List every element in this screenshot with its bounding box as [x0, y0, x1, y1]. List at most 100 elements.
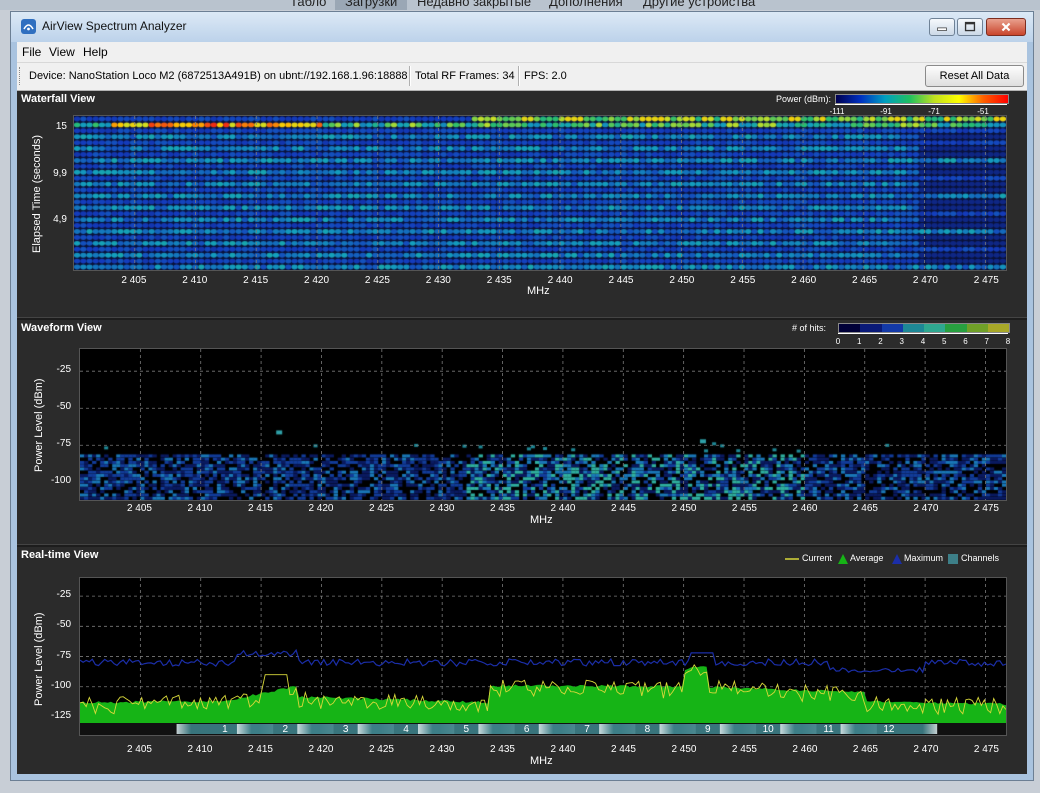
hits-scale-swatch [860, 324, 882, 332]
power-tick-label: -125 [50, 709, 71, 721]
hits-scale-swatch [987, 324, 1009, 332]
channel-label: 4 [403, 724, 409, 735]
waveform-xlabel: MHz [530, 514, 553, 526]
app-window: AirView Spectrum Analyzer File View Help… [10, 11, 1034, 781]
power-tick-label: -25 [56, 364, 71, 376]
realtime-graph: 1 2 3 4 5 6 7 8 9 10 11 12 [80, 578, 1006, 735]
channels-legend-label: Channels [961, 553, 1000, 563]
channel-label: 5 [464, 724, 470, 735]
browser-tab[interactable]: Загрузки [335, 0, 408, 10]
realtime-legend: Current Average Maximum Channels [785, 553, 1025, 565]
maximum-legend-label: Maximum [904, 553, 944, 563]
freq-tick-label: 2 475 [973, 744, 999, 755]
realtime-plot[interactable]: 1 2 3 4 5 6 7 8 9 10 11 12 [79, 577, 1007, 736]
menu-help[interactable]: Help [83, 45, 108, 59]
power-legend-label: Power (dBm): [776, 94, 832, 104]
waterfall-title: Waterfall View [21, 93, 95, 105]
freq-tick-label: 2 425 [364, 275, 390, 286]
maximize-icon [964, 21, 976, 32]
realtime-title: Real-time View [21, 549, 99, 561]
hits-legend-label: # of hits: [792, 323, 827, 333]
maximum-series-line [80, 648, 1006, 674]
channel-label: 3 [343, 724, 349, 735]
channel-label: 7 [584, 724, 590, 735]
average-legend-label: Average [850, 553, 884, 563]
power-scale-line [835, 104, 1007, 105]
waterfall-plot[interactable] [73, 115, 1007, 271]
toolbar-grip[interactable] [19, 67, 22, 85]
client-area: File View Help Device: NanoStation Loco … [17, 42, 1027, 774]
maximum-legend-swatch [892, 554, 902, 564]
channel-label: 2 [282, 724, 288, 735]
browser-tab[interactable]: Дополнения [539, 0, 633, 10]
reset-all-data-button[interactable]: Reset All Data [925, 65, 1024, 87]
toolbar-separator [409, 66, 411, 86]
current-legend-label: Current [802, 553, 833, 563]
power-color-scale [835, 94, 1009, 104]
background-browser-tabs: Табло Загрузки Недавно закрытые Дополнен… [0, 0, 1040, 10]
freq-tick-label: 2 405 [121, 275, 147, 286]
close-button[interactable] [986, 18, 1026, 36]
channel-label: 8 [645, 724, 651, 735]
freq-tick-label: 2 465 [852, 503, 878, 514]
freq-tick-label: 2 410 [182, 275, 208, 286]
title-bar[interactable]: AirView Spectrum Analyzer [11, 12, 1033, 42]
browser-tab[interactable]: Другие устройства [633, 0, 765, 10]
freq-tick-label: 2 450 [671, 744, 697, 755]
waterfall-ylabel: Elapsed Time (seconds) [31, 135, 43, 253]
hits-color-scale [838, 323, 1010, 333]
hits-scale-swatch [881, 324, 903, 332]
freq-tick-label: 2 435 [489, 503, 515, 514]
channel-label: 6 [524, 724, 530, 735]
hits-scale-line [838, 333, 1008, 334]
menu-bar: File View Help [17, 42, 1027, 63]
freq-tick-label: 2 465 [852, 744, 878, 755]
channel-label: 9 [705, 724, 711, 735]
menu-file[interactable]: File [22, 45, 41, 59]
waterfall-panel: Waterfall View Power (dBm): -111 -91 -71… [17, 91, 1027, 317]
waterfall-grid [134, 116, 986, 270]
browser-tab[interactable]: Табло [280, 0, 336, 10]
freq-tick-label: 2 415 [247, 503, 273, 514]
freq-tick-label: 2 465 [852, 275, 878, 286]
freq-tick-label: 2 420 [308, 744, 334, 755]
freq-tick-label: 2 435 [489, 744, 515, 755]
freq-tick-label: 2 435 [486, 275, 512, 286]
freq-tick-label: 2 425 [368, 744, 394, 755]
hits-scale-swatch [966, 324, 988, 332]
freq-tick-label: 2 430 [425, 275, 451, 286]
menu-view[interactable]: View [49, 45, 75, 59]
waterfall-xlabel: MHz [527, 285, 550, 297]
freq-tick-label: 2 455 [730, 275, 756, 286]
browser-tab[interactable]: Недавно закрытые [407, 0, 541, 10]
hits-scale-tick: 8 [1005, 337, 1011, 346]
freq-tick-label: 2 450 [669, 275, 695, 286]
waveform-panel: Waveform View # of hits: 012345678 -25 -5… [17, 320, 1027, 544]
freq-tick-label: 2 470 [913, 503, 939, 514]
minimize-button[interactable] [929, 18, 955, 36]
power-tick-label: -25 [56, 589, 71, 601]
freq-tick-label: 2 410 [187, 503, 213, 514]
channel-label: 1 [222, 724, 228, 735]
freq-tick-label: 2 405 [126, 744, 152, 755]
waterfall-ytick: 15 [55, 121, 67, 132]
channel-label: 10 [763, 724, 775, 735]
realtime-xlabel: MHz [530, 755, 553, 767]
toolbar-separator [518, 66, 520, 86]
freq-tick-label: 2 455 [731, 744, 757, 755]
freq-tick-label: 2 460 [792, 744, 818, 755]
freq-tick-label: 2 460 [791, 275, 817, 286]
hits-scale-swatch [902, 324, 924, 332]
waveform-plot[interactable] [79, 348, 1007, 501]
maximize-button[interactable] [957, 18, 983, 36]
channel-label: 12 [883, 724, 895, 735]
freq-tick-label: 2 420 [308, 503, 334, 514]
hits-scale-swatch [945, 324, 967, 332]
freq-tick-label: 2 415 [247, 744, 273, 755]
freq-tick-label: 2 445 [608, 275, 634, 286]
freq-tick-label: 2 440 [550, 503, 576, 514]
current-legend-swatch [785, 558, 799, 560]
freq-tick-label: 2 460 [792, 503, 818, 514]
freq-tick-label: 2 445 [610, 503, 636, 514]
hits-scale-swatch [839, 324, 861, 332]
